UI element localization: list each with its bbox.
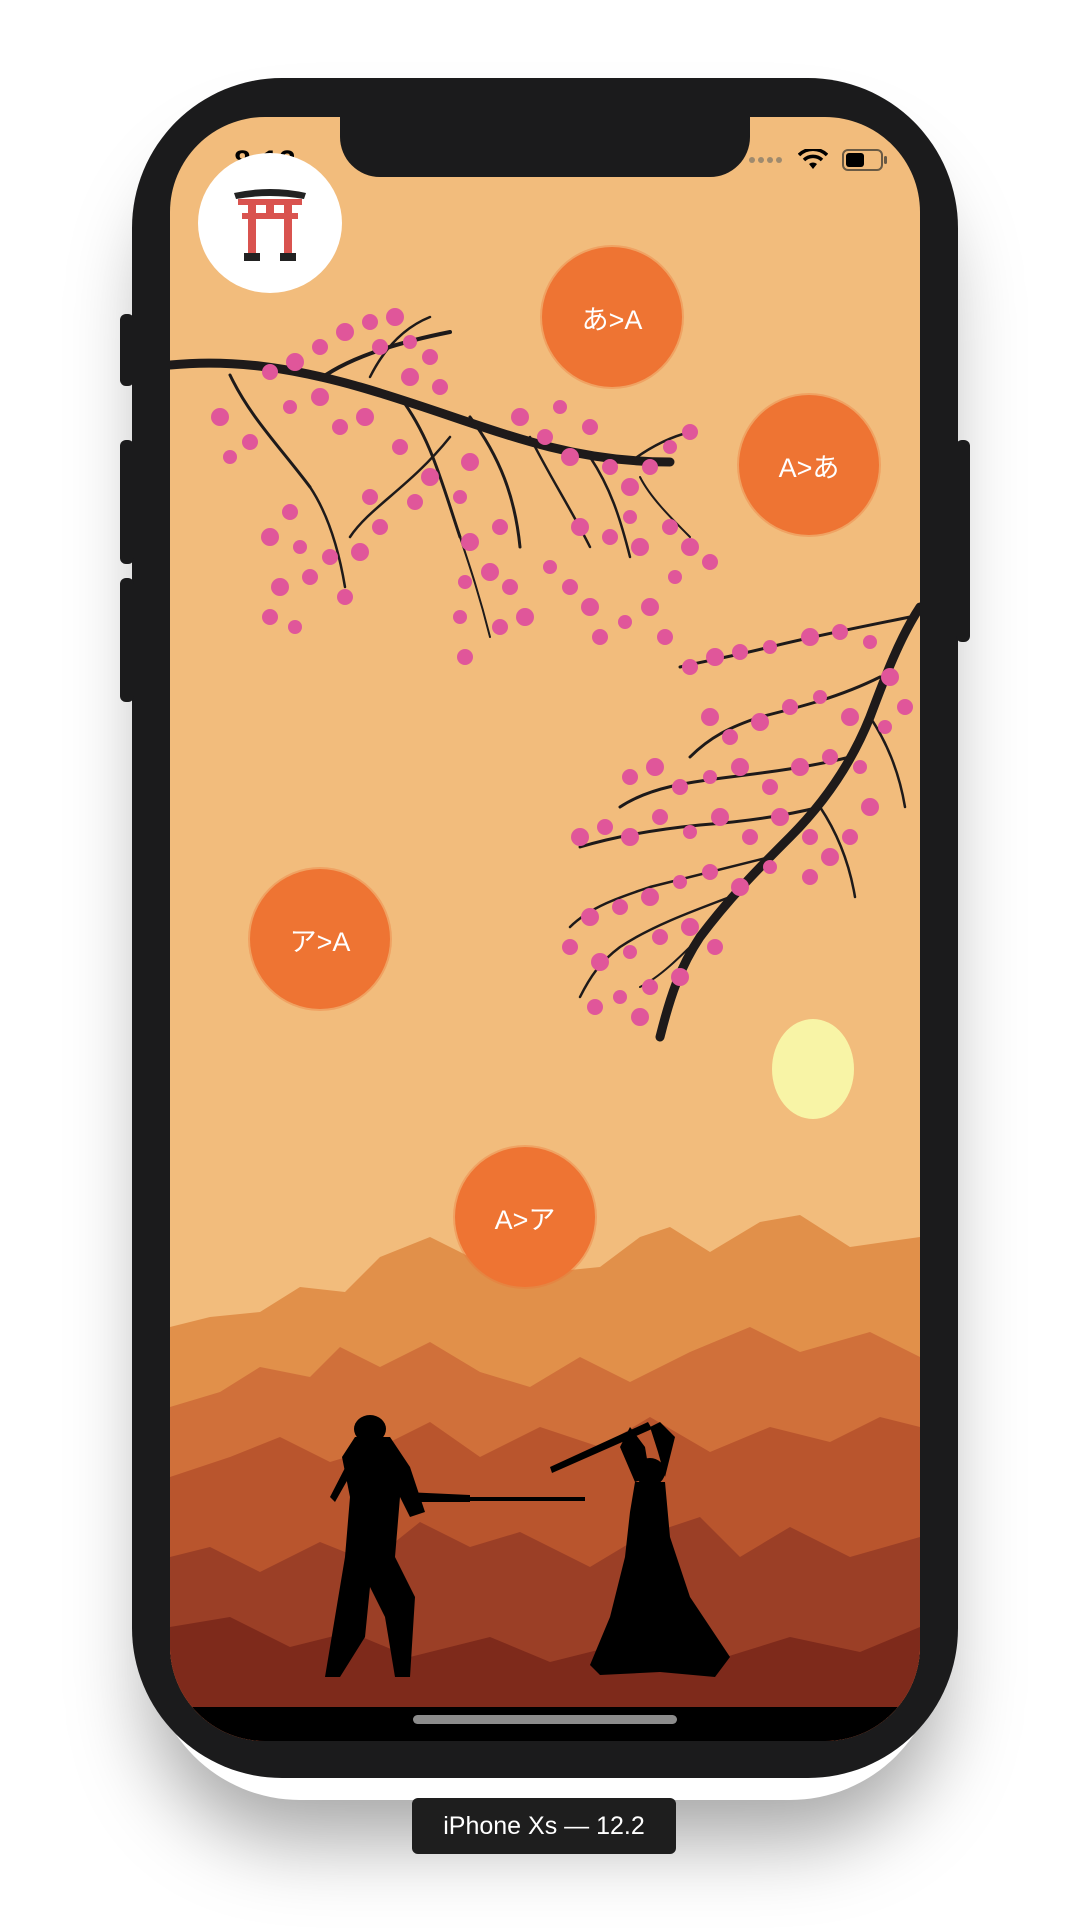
romaji-to-katakana-button[interactable]: A>ア (455, 1147, 595, 1287)
blossoms-right (562, 624, 913, 1026)
power-button (956, 440, 970, 642)
bottom-bar (170, 1707, 920, 1741)
status-indicators (748, 149, 888, 171)
mute-switch (120, 314, 134, 386)
wifi-icon (798, 149, 828, 169)
simulator-device-label: iPhone Xs — 12.2 (412, 1798, 676, 1854)
hiragana-to-romaji-button[interactable]: あ>A (542, 247, 682, 387)
torii-gate-icon (234, 189, 306, 261)
home-indicator[interactable] (413, 1715, 677, 1724)
cellular-signal-icon (749, 157, 782, 163)
katakana-to-romaji-button[interactable]: ア>A (250, 869, 390, 1009)
notch (340, 117, 750, 177)
romaji-to-hiragana-button[interactable]: A>あ (739, 395, 879, 535)
moon (772, 1019, 854, 1119)
blossom-branch-right (568, 602, 920, 1042)
simulator-window: 8:12 (0, 0, 1090, 1928)
volume-up-button (120, 440, 134, 564)
app-screen: 8:12 (170, 117, 920, 1741)
volume-down-button (120, 578, 134, 702)
battery-icon (842, 149, 887, 171)
home-torii-button[interactable] (198, 153, 342, 293)
